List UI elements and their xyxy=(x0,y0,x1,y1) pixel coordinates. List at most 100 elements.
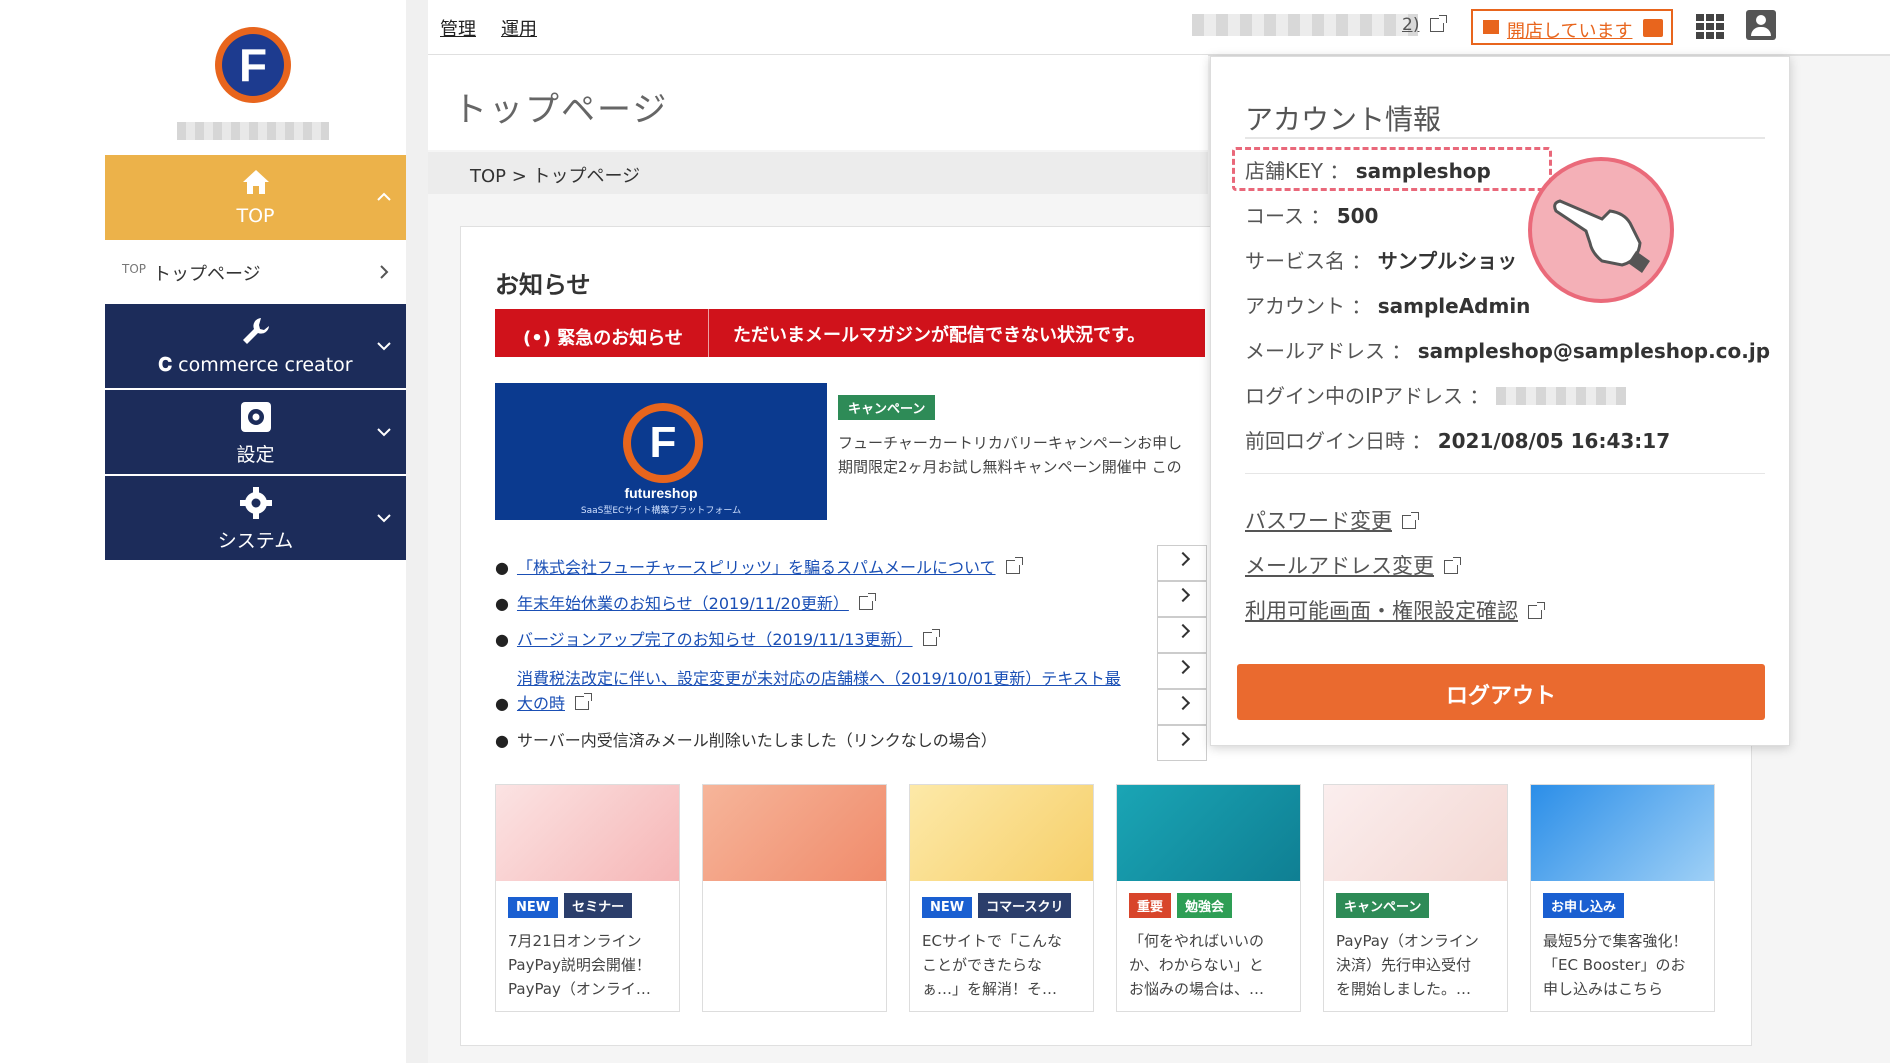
broadcast-icon: (•) xyxy=(523,328,551,349)
menu-kanri[interactable]: 管理 xyxy=(440,15,476,41)
account-info-title: アカウント情報 xyxy=(1245,103,1442,136)
chevron-down-icon[interactable] xyxy=(376,424,392,440)
sidebar-item-system[interactable]: システム xyxy=(105,476,406,560)
breadcrumb-text[interactable]: TOP > トップページ xyxy=(470,162,640,188)
user-name-suffix[interactable]: 2) xyxy=(1402,15,1419,35)
info-tile[interactable]: キャンペーン PayPay（オンライン 決済）先行申込受付 を開始しました。… xyxy=(1323,784,1508,1012)
info-tile[interactable] xyxy=(702,784,887,1012)
account-row-shop-key: 店舗KEY ： sampleshop xyxy=(1245,159,1491,183)
news-arrow-button[interactable] xyxy=(1157,653,1207,689)
toggle-icon xyxy=(1643,19,1663,37)
logout-label: ログアウト xyxy=(1445,684,1556,709)
permission-check-link[interactable]: 利用可能画面・権限設定確認 xyxy=(1245,595,1545,625)
account-row-account: アカウント ： sampleAdmin xyxy=(1245,294,1531,318)
chevron-down-icon[interactable] xyxy=(376,338,392,354)
tile-text: 最短5分で集客強化！ 「EC Booster」のお 申し込みはこちら xyxy=(1543,932,1688,998)
external-link-icon xyxy=(1528,602,1545,619)
sidebar: F TOP TOP トップページ 𝐂 commerce creator 設定 シ… xyxy=(105,0,406,1063)
tile-tag: キャンペーン xyxy=(1336,893,1430,918)
external-link-icon xyxy=(922,629,940,646)
news-arrow-button[interactable] xyxy=(1157,689,1207,725)
urgent-notice-bar[interactable]: (•) 緊急のお知らせ ただいまメールマガジンが配信できない状況です。 xyxy=(495,309,1205,357)
news-item[interactable]: ● 「株式会社フューチャースピリッツ」を騙るスパムメールについて xyxy=(495,554,1023,578)
news-arrow-button[interactable] xyxy=(1157,617,1207,653)
sidebar-subitem-label: トップページ xyxy=(153,264,261,285)
menu-unyou[interactable]: 運用 xyxy=(501,15,537,41)
account-row-ip: ログイン中のIPアドレス ： xyxy=(1245,380,1626,409)
sidebar-gutter xyxy=(406,0,428,1063)
urgent-message: ただいまメールマガジンが配信できない状況です。 xyxy=(733,325,1146,346)
chevron-right-icon xyxy=(1175,623,1191,639)
banner-brand: futureshop xyxy=(624,485,698,501)
store-open-status-label: 開店しています xyxy=(1507,21,1633,42)
news-item[interactable]: ●消費税法改定に伴い、設定変更が未対応の店舗様へ（2019/10/01更新）テキ… xyxy=(495,665,1121,689)
tile-tag: NEW xyxy=(922,897,973,918)
news-arrow-button[interactable] xyxy=(1157,725,1207,761)
info-tile[interactable]: 重要 勉強会 「何をやればいいの か、わからない」と お悩みの場合は、… xyxy=(1116,784,1301,1012)
chevron-right-icon xyxy=(1175,551,1191,567)
store-open-status-button[interactable]: 開店しています xyxy=(1471,9,1673,45)
news-item: ● サーバー内受信済みメール削除いたしました（リンクなしの場合） xyxy=(495,731,997,750)
breadcrumb: TOP > トップページ xyxy=(428,152,1208,194)
tile-image xyxy=(910,785,1093,881)
news-item[interactable]: ● 年末年始休業のお知らせ（2019/11/20更新） xyxy=(495,590,876,614)
info-tile[interactable]: お申し込み 最短5分で集客強化！ 「EC Booster」のお 申し込みはこちら xyxy=(1530,784,1715,1012)
news-item-continued[interactable]: ● 大の時 xyxy=(495,690,592,714)
tile-text: PayPay（オンライン 決済）先行申込受付 を開始しました。… xyxy=(1336,932,1479,998)
sidebar-item-label: システム xyxy=(217,530,294,552)
shop-name-blurred xyxy=(177,122,329,140)
sidebar-item-settings[interactable]: 設定 xyxy=(105,390,406,474)
password-change-link[interactable]: パスワード変更 xyxy=(1245,505,1419,535)
account-row-service: サービス名 ： サンプルショッ xyxy=(1245,249,1518,273)
mail-change-link[interactable]: メールアドレス変更 xyxy=(1245,550,1461,580)
sidebar-item-commerce-creator[interactable]: 𝐂 commerce creator xyxy=(105,304,406,388)
tile-image xyxy=(496,785,679,881)
chevron-right-icon xyxy=(1175,695,1191,711)
campaign-banner[interactable]: F futureshop SaaS型ECサイト構築プラットフォーム xyxy=(495,383,827,520)
app-grid-icon[interactable] xyxy=(1696,14,1724,39)
external-link-icon xyxy=(1005,557,1023,574)
logout-button[interactable]: ログアウト xyxy=(1237,664,1765,720)
banner-subtitle: SaaS型ECサイト構築プラットフォーム xyxy=(580,506,742,516)
urgent-tag: (•) 緊急のお知らせ xyxy=(515,321,691,353)
ip-address-blurred xyxy=(1495,387,1626,405)
campaign-text-line2[interactable]: 期間限定2ヶ月お試し無料キャンペーン開催中 この xyxy=(838,456,1208,477)
info-tile[interactable]: NEW コマースクリ ECサイトで「こんな ことができたらな ぁ…」を解消！そ… xyxy=(909,784,1094,1012)
chevron-down-icon[interactable] xyxy=(376,510,392,526)
futureshop-logo: F xyxy=(623,403,703,483)
tile-text: 「何をやればいいの か、わからない」と お悩みの場合は、… xyxy=(1129,932,1265,998)
tile-text: 7月21日オンライン PayPay説明会開催！ PayPay（オンライ… xyxy=(508,932,651,998)
external-link-icon xyxy=(1430,15,1447,32)
sidebar-subitem-top-page[interactable]: TOP トップページ xyxy=(105,248,406,296)
gear-icon xyxy=(240,487,272,519)
divider xyxy=(1245,137,1765,139)
campaign-text-line1[interactable]: フューチャーカートリカバリーキャンペーンお申し xyxy=(838,432,1208,453)
external-link-icon xyxy=(1402,512,1419,529)
chevron-right-icon xyxy=(1175,731,1191,747)
store-icon xyxy=(1483,20,1499,34)
sidebar-item-top[interactable]: TOP xyxy=(105,155,406,240)
urgent-tag-label: 緊急のお知らせ xyxy=(557,328,683,349)
account-row-mail: メールアドレス ： sampleshop@sampleshop.co.jp xyxy=(1245,339,1771,363)
news-arrow-button[interactable] xyxy=(1157,545,1207,581)
chevron-right-icon xyxy=(1175,587,1191,603)
external-link-icon xyxy=(1444,557,1461,574)
user-account-icon[interactable] xyxy=(1746,10,1776,40)
wrench-icon xyxy=(243,318,269,344)
news-item[interactable]: ● バージョンアップ完了のお知らせ（2019/11/13更新） xyxy=(495,626,940,650)
chevron-right-icon xyxy=(1175,659,1191,675)
sidebar-item-label: 設定 xyxy=(236,444,275,466)
tile-tag: お申し込み xyxy=(1543,893,1625,918)
commerce-creator-label: commerce creator xyxy=(178,354,353,376)
sidebar-subitem-tag: TOP xyxy=(122,262,147,276)
settings-box-icon xyxy=(241,402,271,432)
futureshop-logo: F xyxy=(215,27,291,103)
page-title: トップページ xyxy=(453,90,669,130)
chevron-up-icon[interactable] xyxy=(376,189,392,205)
info-tile[interactable]: NEW セミナー 7月21日オンライン PayPay説明会開催！ PayPay（オンラ… xyxy=(495,784,680,1012)
campaign-tag: キャンペーン xyxy=(838,395,936,420)
external-link-icon xyxy=(858,593,876,610)
tile-image xyxy=(1531,785,1714,881)
notice-title: お知らせ xyxy=(495,271,591,299)
news-arrow-button[interactable] xyxy=(1157,581,1207,617)
